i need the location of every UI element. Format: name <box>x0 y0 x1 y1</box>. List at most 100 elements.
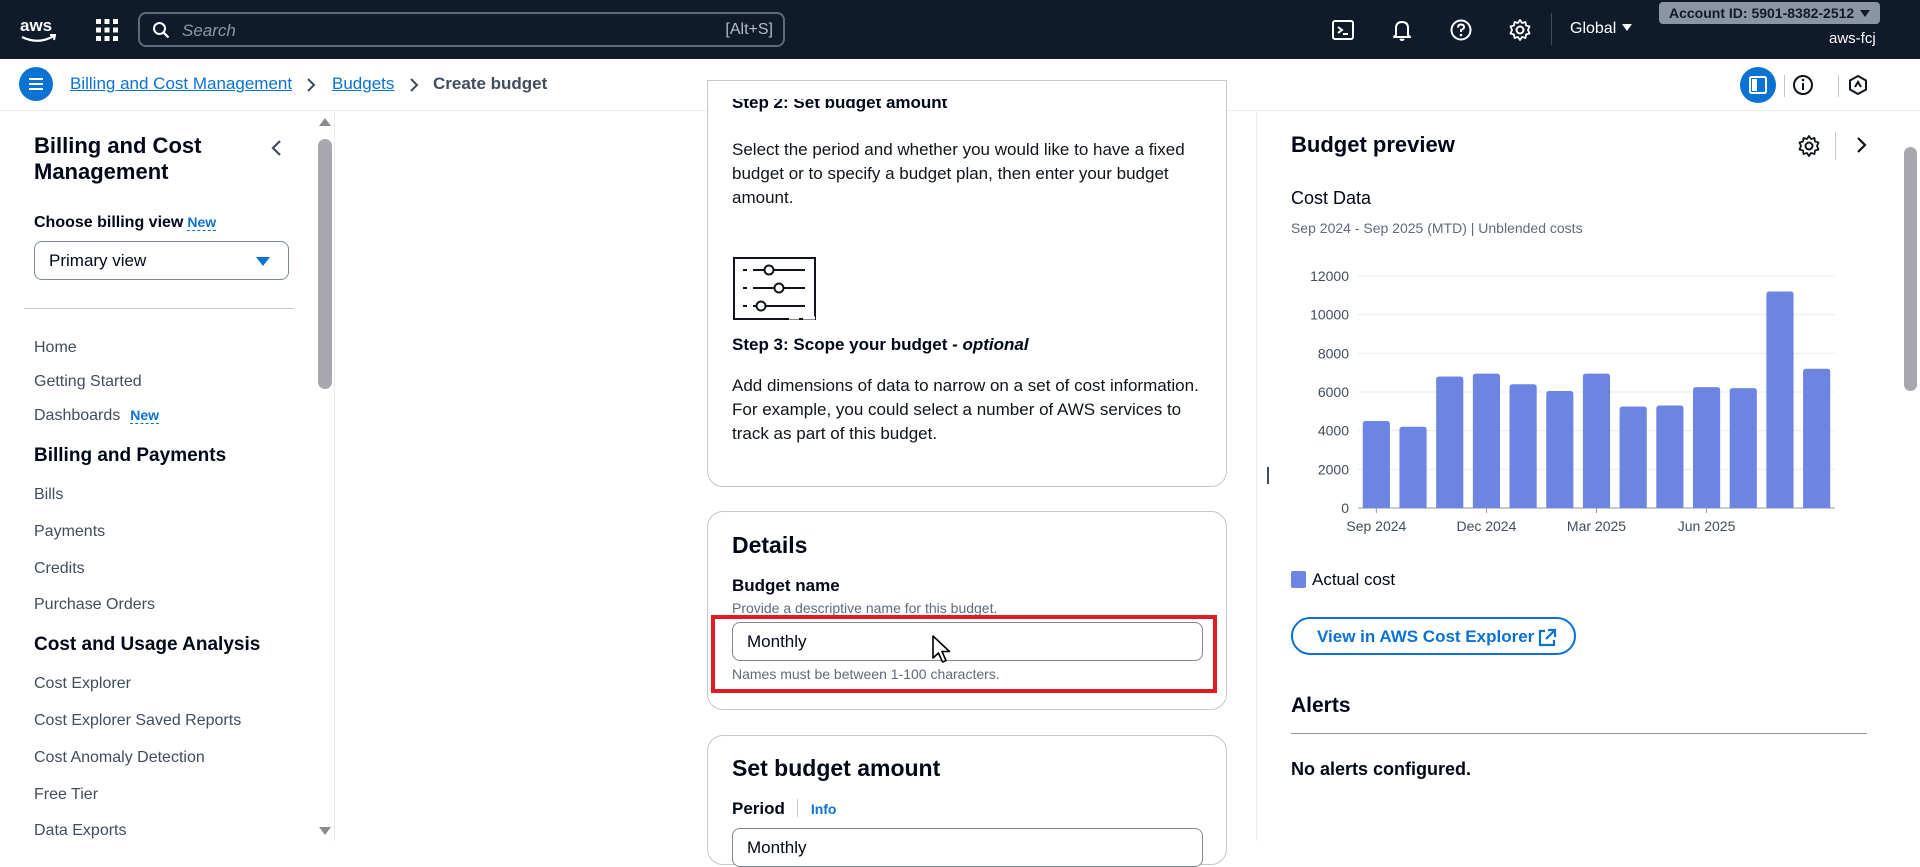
new-badge[interactable]: New <box>130 407 160 424</box>
top-navigation: aws Search [Alt+S] Global Account ID: 59… <box>0 0 1920 59</box>
legend-label: Actual cost <box>1312 570 1396 589</box>
search-input[interactable]: Search [Alt+S] <box>138 12 785 47</box>
aws-logo[interactable]: aws <box>18 14 60 46</box>
region-selector[interactable]: Global <box>1570 20 1633 38</box>
sidebar-item-credits[interactable]: Credits <box>34 560 85 578</box>
bar-aug-2025 <box>1766 291 1794 508</box>
panel-toggle-button[interactable] <box>1740 67 1776 103</box>
panel-resize-handle[interactable] <box>1267 467 1269 484</box>
period-info-link[interactable]: Info <box>811 801 837 817</box>
budget-name-value: Monthly <box>747 632 807 651</box>
x-tick-label: Sep 2024 <box>1346 518 1406 534</box>
help-icon[interactable] <box>1448 17 1474 43</box>
y-tick-label: 6000 <box>1318 384 1349 400</box>
sidebar-item-anomaly-detection[interactable]: Cost Anomaly Detection <box>34 749 205 767</box>
sidebar-divider <box>24 308 294 309</box>
sidebar-item-bills[interactable]: Bills <box>34 486 63 504</box>
label-divider <box>797 799 799 817</box>
bar-oct-2024 <box>1399 426 1427 508</box>
y-tick-label: 12000 <box>1310 268 1349 284</box>
budget-name-description: Provide a descriptive name for this budg… <box>732 600 998 616</box>
side-navigation: Billing and Cost Management Choose billi… <box>0 111 316 841</box>
set-budget-amount-card: Set budget amount Period Info Monthly <box>707 735 1227 867</box>
hamburger-icon-line <box>29 88 43 90</box>
budget-preview-title: Budget preview <box>1291 132 1455 157</box>
hexagon-button[interactable] <box>1840 67 1876 103</box>
details-heading: Details <box>732 532 808 558</box>
alerts-divider <box>1291 733 1867 734</box>
sidebar-title: Billing and Cost Management <box>34 133 202 184</box>
new-badge[interactable]: New <box>187 214 217 231</box>
account-id-label: Account ID: 5901-8382-2512 <box>1669 5 1855 21</box>
budget-name-input[interactable]: Monthly <box>732 622 1203 661</box>
caret-down-icon <box>256 257 270 266</box>
sidebar-item-home[interactable]: Home <box>34 339 77 357</box>
info-icon <box>1793 75 1813 95</box>
step2-heading-clip: Step 2: Set budget amount <box>732 99 1212 112</box>
chevron-right-icon[interactable] <box>1850 134 1872 156</box>
menu-toggle-button[interactable] <box>19 67 53 101</box>
breadcrumb-billing[interactable]: Billing and Cost Management <box>70 74 292 94</box>
billing-view-select[interactable]: Primary view <box>34 241 289 280</box>
how-it-works-card: Step 2: Set budget amount Select the per… <box>707 80 1227 487</box>
sidebar-item-data-exports[interactable]: Data Exports <box>34 822 126 840</box>
preview-panel-edge <box>1256 111 1257 841</box>
split-panel-icon <box>1749 76 1767 94</box>
billing-view-label-text: Choose billing view <box>34 214 184 231</box>
step3-heading-text: Step 3: Scope your budget - <box>732 335 963 354</box>
account-name[interactable]: aws-fcj <box>1829 30 1876 47</box>
breadcrumb-current: Create budget <box>433 74 548 93</box>
bar-jun-2025 <box>1693 387 1721 508</box>
period-value: Monthly <box>747 838 807 857</box>
chevron-right-icon <box>410 78 419 92</box>
page-scrollbar[interactable] <box>1900 111 1920 841</box>
account-id-menu[interactable]: Account ID: 5901-8382-2512 <box>1659 2 1881 24</box>
set-budget-heading: Set budget amount <box>732 755 941 781</box>
toolbar-divider <box>1838 75 1839 97</box>
grid-icon[interactable] <box>94 17 120 43</box>
cloudshell-icon[interactable] <box>1330 17 1356 43</box>
billing-view-value: Primary view <box>49 251 147 270</box>
section-billing-and-payments: Billing and Payments <box>34 445 227 466</box>
gear-icon[interactable] <box>1796 133 1822 159</box>
sidebar-scrollbar[interactable] <box>316 111 334 841</box>
bar-nov-2024 <box>1436 376 1464 508</box>
chart-title: Cost Data <box>1291 188 1372 208</box>
search-icon <box>153 22 170 39</box>
chart-legend: Actual cost <box>1291 570 1395 590</box>
y-tick-label: 0 <box>1341 500 1349 516</box>
step2-heading: Step 2: Set budget amount <box>732 99 948 112</box>
bar-dec-2024 <box>1472 373 1500 508</box>
view-in-cost-explorer-button[interactable]: View in AWS Cost Explorer <box>1291 617 1576 655</box>
bar-apr-2025 <box>1619 406 1647 508</box>
x-tick-label: Dec 2024 <box>1456 518 1516 534</box>
sidebar-item-saved-reports[interactable]: Cost Explorer Saved Reports <box>34 712 241 730</box>
chevron-left-icon[interactable] <box>266 137 288 159</box>
sidebar-item-payments[interactable]: Payments <box>34 523 105 541</box>
gear-icon[interactable] <box>1507 17 1533 43</box>
page-scroll-thumb[interactable] <box>1904 147 1917 391</box>
step3-heading: Step 3: Scope your budget - optional <box>732 335 1029 355</box>
info-button[interactable] <box>1785 67 1821 103</box>
sidebar-item-dashboards[interactable]: Dashboards New <box>34 407 160 425</box>
sidebar-item-free-tier[interactable]: Free Tier <box>34 786 98 804</box>
cost-data-bar-chart: 0 2000 4000 6000 8000 10000 12000 Sep 2024 Dec 2… <box>1310 268 1835 534</box>
chevron-right-icon <box>307 78 316 92</box>
sidebar-scroll-thumb[interactable] <box>318 139 332 389</box>
sidebar-item-cost-explorer[interactable]: Cost Explorer <box>34 675 131 693</box>
region-label: Global <box>1570 20 1617 37</box>
scroll-up-arrow-icon[interactable] <box>319 118 331 126</box>
alerts-title: Alerts <box>1291 694 1351 717</box>
bell-icon[interactable] <box>1389 17 1415 43</box>
legend-swatch <box>1291 571 1306 588</box>
period-label-row: Period Info <box>732 799 836 819</box>
hamburger-icon <box>29 78 43 80</box>
sidebar-item-getting-started[interactable]: Getting Started <box>34 373 142 391</box>
breadcrumb-budgets[interactable]: Budgets <box>332 74 394 94</box>
chart-subtitle: Sep 2024 - Sep 2025 (MTD) | Unblended co… <box>1291 220 1583 236</box>
sidebar-item-purchase-orders[interactable]: Purchase Orders <box>34 596 155 614</box>
scroll-down-arrow-icon[interactable] <box>319 827 331 835</box>
period-select[interactable]: Monthly <box>732 828 1203 867</box>
budget-name-constraint: Names must be between 1-100 characters. <box>732 666 1000 682</box>
x-tick-label: Mar 2025 <box>1567 518 1626 534</box>
